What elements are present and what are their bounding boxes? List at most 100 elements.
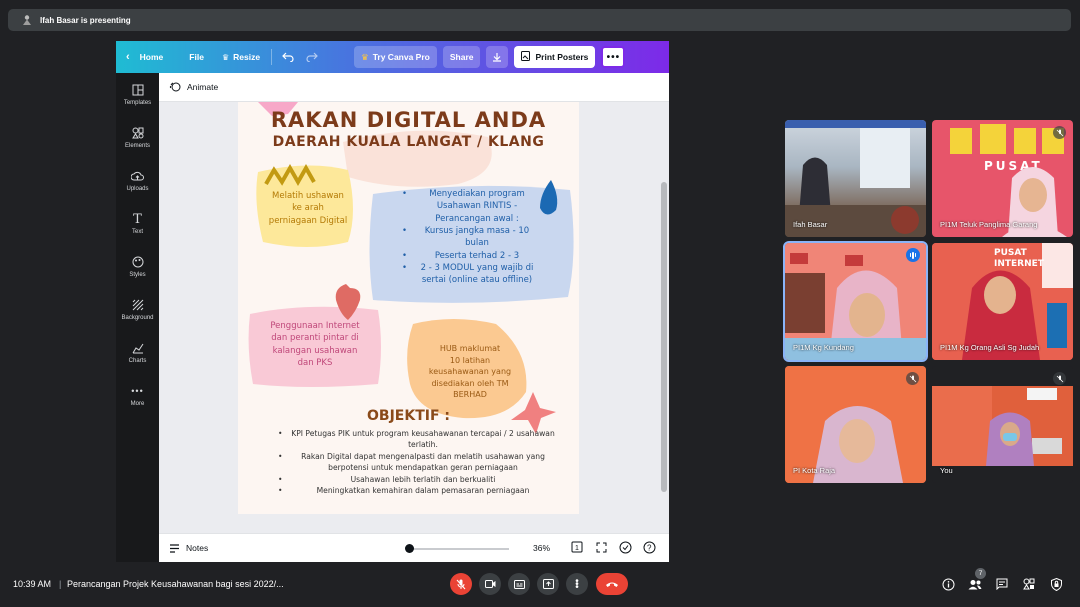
file-menu[interactable]: File (182, 46, 211, 68)
animate-bar: Animate (159, 73, 669, 102)
mic-off-icon (1053, 372, 1066, 385)
notes-button[interactable]: Notes (169, 543, 208, 553)
zoom-slider-handle[interactable] (405, 544, 414, 553)
participant-tile-self[interactable]: You (932, 366, 1073, 483)
participant-name: You (940, 466, 953, 475)
captions-button[interactable] (508, 573, 530, 595)
undo-icon (282, 52, 294, 62)
pink-box-text: Penggunaan Internet dan peranti pintar d… (270, 321, 360, 368)
end-call-button[interactable] (596, 573, 628, 595)
more-options-button[interactable]: ••• (601, 46, 626, 68)
participant-name: PI1M Kg Orang Asli Sg Judah (940, 343, 1040, 352)
crown-icon: ♛ (221, 52, 230, 62)
activities-button[interactable] (1021, 576, 1037, 592)
vertical-scrollbar[interactable] (661, 182, 667, 492)
list-item: Kursus jangka masa - 10 (388, 225, 566, 238)
uploads-icon (131, 169, 145, 183)
presenter-avatar-icon (20, 13, 34, 27)
list-item: bulan (465, 238, 489, 249)
notes-icon (170, 543, 179, 553)
svg-text:INTERNET: INTERNET (994, 259, 1045, 269)
canva-bottom-bar: Notes 36% 1 ? (159, 533, 669, 562)
presenting-text: Ifah Basar is presenting (40, 15, 131, 25)
participant-tile[interactable]: PUSAT PI1M Teluk Panglima Garang (932, 120, 1073, 237)
list-item: Rakan Digital dapat mengenalpasti dan me… (278, 451, 558, 474)
participant-tile[interactable]: PI Kota Raja (785, 366, 926, 483)
sidebar-item-uploads[interactable]: Uploads (116, 159, 159, 202)
sidebar-item-elements[interactable]: Elements (116, 116, 159, 159)
fullscreen-icon[interactable] (596, 542, 607, 555)
host-controls-button[interactable] (1048, 576, 1064, 592)
download-button[interactable] (486, 46, 509, 68)
more-options-button[interactable]: ••• (566, 573, 588, 595)
canvas-editor[interactable]: RAKAN DIGITAL ANDA DAERAH KUALA LANGAT /… (159, 102, 669, 533)
camera-toggle-button[interactable] (479, 573, 501, 595)
chat-button[interactable] (994, 576, 1010, 592)
meeting-control-bar: 10:39 AM | Perancangan Projek Keusahawan… (0, 568, 1080, 599)
presenting-bar: Ifah Basar is presenting (8, 9, 1071, 31)
participant-tile[interactable]: PUSAT INTERNET PI1M Kg Orang Asli Sg Jud… (932, 243, 1073, 360)
phone-hangup-icon (606, 582, 618, 587)
redo-button[interactable] (300, 46, 324, 68)
text-icon: T (133, 211, 142, 227)
redo-icon (306, 52, 318, 62)
mic-off-icon (1053, 126, 1066, 139)
sidebar-item-more[interactable]: ••• More (116, 374, 159, 417)
people-button[interactable]: 7 (967, 568, 986, 592)
list-item: Usahawan lebih terlatih dan berkualiti (278, 474, 558, 486)
participant-tile[interactable]: Ifah Basar (785, 120, 926, 237)
title-separator: | (59, 579, 62, 589)
poster-subtitle: DAERAH KUALA LANGAT / KLANG (272, 134, 545, 150)
clock-time: 10:39 AM (13, 579, 52, 589)
resize-button[interactable]: ♛ Resize (215, 46, 267, 68)
animate-button[interactable]: Animate (169, 81, 218, 93)
participant-name: Ifah Basar (793, 220, 828, 229)
sidebar-item-text[interactable]: T Text (116, 202, 159, 245)
participant-name: PI1M Kg Kundang (793, 343, 854, 352)
list-item: 2 - 3 MODUL yang wajib di (388, 262, 566, 275)
mic-off-icon (906, 372, 919, 385)
canva-sidebar: Templates Elements Uploads T Text Styles… (116, 73, 159, 562)
meeting-details-button[interactable] (940, 576, 956, 592)
share-button[interactable]: Share (442, 46, 481, 68)
info-icon (942, 578, 954, 590)
print-icon (521, 51, 531, 63)
participant-video (932, 386, 1073, 466)
shield-lock-icon (1050, 577, 1062, 591)
sidebar-item-styles[interactable]: Styles (116, 245, 159, 288)
svg-text:1: 1 (575, 545, 579, 552)
participant-tile-speaking[interactable]: PI1M Kg Kundang (783, 241, 928, 362)
speaking-indicator-icon (906, 248, 920, 262)
people-icon (968, 579, 982, 589)
print-posters-button[interactable]: Print Posters (514, 46, 596, 68)
sidebar-item-charts[interactable]: Charts (116, 331, 159, 374)
try-canva-pro-button[interactable]: ♛ Try Canva Pro (354, 46, 437, 68)
sidebar-item-background[interactable]: Background (116, 288, 159, 331)
crown-icon: ♛ (361, 51, 369, 62)
list-item: Menyediakan program (388, 188, 566, 201)
orange-box-text: HUB maklumat 10 latihan keusahawanan yan… (428, 344, 512, 400)
participant-name: PI Kota Raja (793, 466, 836, 475)
home-button[interactable]: ‹ Home (116, 46, 170, 68)
page-view-icon[interactable]: 1 (571, 541, 583, 555)
blue-box-list: Menyediakan program Usahawan RINTIS - Pe… (388, 188, 566, 287)
chevron-left-icon: ‹ (126, 51, 130, 63)
undo-button[interactable] (276, 46, 300, 68)
zoom-level[interactable]: 36% (533, 543, 550, 553)
list-item: Peserta terhad 2 - 3 (388, 250, 566, 263)
mic-off-icon (456, 579, 466, 589)
help-icon[interactable]: ? (643, 541, 656, 556)
activities-shapes-icon (1023, 578, 1035, 590)
more-dots-icon: ••• (606, 51, 621, 63)
present-screen-button[interactable] (537, 573, 559, 595)
video-camera-icon (484, 580, 495, 588)
styles-icon (131, 255, 145, 269)
participant-name: PI1M Teluk Panglima Garang (940, 220, 1038, 229)
microphone-toggle-button[interactable] (450, 573, 472, 595)
charts-icon (131, 341, 145, 355)
canva-toolbar: ‹ Home File ♛ Resize ♛ Try Canva Pro Sha… (116, 41, 669, 73)
sidebar-item-templates[interactable]: Templates (116, 73, 159, 116)
zoom-slider[interactable] (409, 548, 509, 550)
present-screen-icon (542, 579, 554, 589)
check-circle-icon[interactable] (619, 541, 632, 556)
